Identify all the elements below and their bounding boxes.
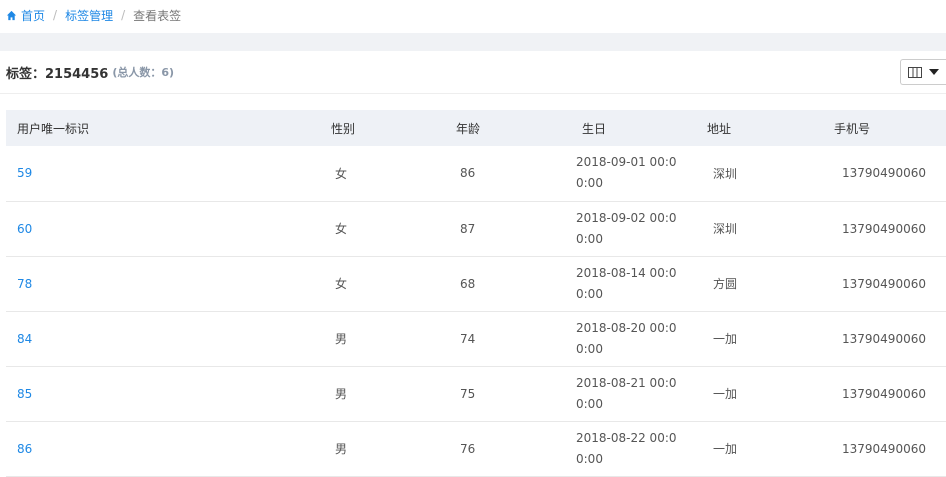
birthday-cell: 2018-09-02 00:00:00 [576, 210, 677, 246]
address-cell: 深圳 [713, 166, 738, 181]
page-header: 标签：2154456 (总人数：6) [0, 51, 946, 94]
breadcrumb-current: 查看表签 [133, 8, 182, 23]
column-header-age[interactable]: 年龄 [445, 110, 571, 146]
section-divider [0, 33, 946, 51]
breadcrumb-separator: / [121, 8, 126, 22]
phone-cell: 13790490060 [842, 386, 926, 401]
column-header-user-id[interactable]: 用户唯一标识 [6, 110, 320, 146]
phone-cell: 13790490060 [842, 331, 926, 346]
home-icon [6, 10, 17, 20]
breadcrumb-home[interactable]: 首页 [21, 7, 45, 24]
table-row: 59 女 86 2018-09-01 00:00:00 深圳 137904900… [6, 146, 946, 201]
user-id-link[interactable]: 86 [17, 442, 32, 456]
sex-cell: 男 [335, 332, 348, 346]
page-title: 标签：2154456 [6, 66, 109, 82]
table-header-row: 用户唯一标识 性别 年龄 生日 地址 手机号 [6, 110, 946, 146]
user-table: 用户唯一标识 性别 年龄 生日 地址 手机号 59 女 86 2018-09-0… [6, 110, 946, 477]
table-row: 60 女 87 2018-09-02 00:00:00 深圳 137904900… [6, 201, 946, 256]
member-count: (总人数：6) [112, 66, 175, 79]
column-header-birthday[interactable]: 生日 [571, 110, 696, 146]
birthday-cell: 2018-08-21 00:00:00 [576, 375, 677, 411]
phone-cell: 13790490060 [842, 166, 926, 181]
birthday-cell: 2018-08-20 00:00:00 [576, 320, 677, 356]
user-id-link[interactable]: 60 [17, 222, 32, 236]
age-cell: 76 [460, 441, 476, 456]
address-cell: 一加 [713, 442, 738, 456]
table-row: 78 女 68 2018-08-14 00:00:00 方圆 137904900… [6, 256, 946, 311]
address-cell: 方圆 [713, 277, 738, 291]
caret-down-icon [929, 69, 939, 75]
address-cell: 一加 [713, 387, 738, 401]
column-toggle-button[interactable] [900, 59, 946, 85]
age-cell: 68 [460, 276, 476, 291]
column-header-address[interactable]: 地址 [696, 110, 823, 146]
sex-cell: 女 [335, 277, 348, 291]
address-cell: 深圳 [713, 222, 738, 236]
age-cell: 74 [460, 331, 476, 346]
sex-cell: 女 [335, 222, 348, 236]
phone-cell: 13790490060 [842, 276, 926, 291]
user-id-link[interactable]: 84 [17, 332, 32, 346]
breadcrumb: 首页 / 标签管理 / 查看表签 [0, 0, 946, 30]
phone-cell: 13790490060 [842, 441, 926, 456]
user-id-link[interactable]: 78 [17, 277, 32, 291]
table-row: 86 男 76 2018-08-22 00:00:00 一加 137904900… [6, 421, 946, 476]
birthday-cell: 2018-08-22 00:00:00 [576, 430, 677, 466]
breadcrumb-separator: / [53, 8, 58, 22]
sex-cell: 女 [335, 166, 348, 181]
breadcrumb-tag-management[interactable]: 标签管理 [65, 7, 113, 24]
table-row: 84 男 74 2018-08-20 00:00:00 一加 137904900… [6, 311, 946, 366]
age-cell: 87 [460, 221, 476, 236]
address-cell: 一加 [713, 332, 738, 346]
sex-cell: 男 [335, 387, 348, 401]
birthday-cell: 2018-09-01 00:00:00 [576, 155, 677, 191]
sex-cell: 男 [335, 442, 348, 456]
phone-cell: 13790490060 [842, 221, 926, 236]
user-id-link[interactable]: 59 [17, 166, 32, 180]
table-row: 85 男 75 2018-08-21 00:00:00 一加 137904900… [6, 366, 946, 421]
column-header-sex[interactable]: 性别 [320, 110, 445, 146]
age-cell: 86 [460, 166, 476, 181]
column-header-phone[interactable]: 手机号 [823, 110, 946, 146]
user-id-link[interactable]: 85 [17, 387, 32, 401]
age-cell: 75 [460, 386, 476, 401]
columns-icon [908, 66, 922, 78]
birthday-cell: 2018-08-14 00:00:00 [576, 265, 677, 301]
